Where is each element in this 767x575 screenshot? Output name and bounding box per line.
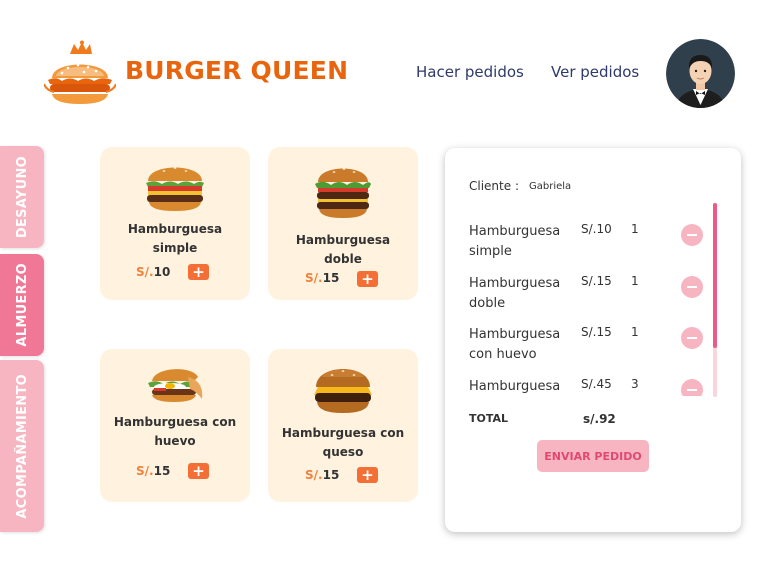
client-name: Gabriela	[529, 181, 572, 192]
product-price: S/.10	[136, 265, 171, 279]
order-item: Hamburguesa con huevo S/.15 1	[445, 317, 741, 369]
remove-item-button[interactable]	[681, 327, 703, 349]
remove-item-button[interactable]	[681, 276, 703, 298]
product-card-huevo[interactable]: Hamburguesa con huevo S/.15 +	[100, 349, 250, 502]
order-item-qty: 1	[631, 325, 639, 339]
order-item-qty: 1	[631, 274, 639, 288]
total-value: s/.92	[583, 412, 616, 426]
tab-desayuno[interactable]: DESAYUNO	[0, 146, 44, 248]
order-item-name: Hamburguesa con queso	[469, 379, 561, 394]
add-product-button[interactable]: +	[188, 264, 209, 280]
order-item: Hamburguesa doble S/.15 1	[445, 266, 741, 318]
order-item: Hamburguesa simple S/.10 1	[445, 214, 741, 266]
add-product-button[interactable]: +	[188, 463, 209, 479]
waiter-avatar-icon[interactable]	[666, 39, 735, 108]
order-item-qty: 3	[631, 377, 639, 391]
plus-icon: +	[192, 263, 205, 281]
product-card-queso[interactable]: Hamburguesa con queso S/.15 +	[268, 349, 418, 502]
remove-item-button[interactable]	[681, 224, 703, 246]
product-name: Hamburguesa con huevo	[113, 415, 237, 448]
minus-icon	[687, 389, 697, 391]
send-order-button[interactable]: ENVIAR PEDIDO	[537, 440, 649, 472]
plus-icon: +	[361, 270, 374, 288]
product-price: S/.15	[136, 464, 171, 478]
order-panel: Cliente : Gabriela Hamburguesa simple S/…	[445, 148, 741, 532]
hamburger-huevo-image	[144, 365, 206, 417]
tab-desayuno-label: DESAYUNO	[14, 155, 30, 239]
burger-crown-logo-icon	[43, 40, 117, 106]
order-item-price: S/.15	[581, 325, 612, 339]
order-item-price: S/.10	[581, 222, 612, 236]
order-item-price: S/.15	[581, 274, 612, 288]
total-label: TOTAL	[469, 412, 509, 425]
product-name: Hamburguesa simple	[127, 222, 223, 255]
client-label: Cliente :	[469, 179, 519, 193]
tab-almuerzo-label: ALMUERZO	[14, 263, 30, 347]
product-card-simple[interactable]: Hamburguesa simple S/.10 +	[100, 147, 250, 300]
plus-icon: +	[361, 466, 374, 484]
tab-acompanamiento-label: ACOMPAÑAMIENTO	[14, 373, 30, 519]
minus-icon	[687, 337, 697, 339]
order-list[interactable]: Hamburguesa simple S/.10 1 Hamburguesa d…	[445, 206, 741, 396]
product-name: Hamburguesa con queso	[281, 426, 405, 459]
tab-acompanamiento[interactable]: ACOMPAÑAMIENTO	[0, 360, 44, 532]
remove-item-button[interactable]	[681, 379, 703, 396]
order-item-name: Hamburguesa doble	[469, 276, 561, 311]
order-item-name: Hamburguesa simple	[469, 224, 561, 259]
order-item-name: Hamburguesa con huevo	[469, 327, 561, 362]
brand-title: BURGER QUEEN	[125, 56, 349, 85]
plus-icon: +	[192, 462, 205, 480]
add-product-button[interactable]: +	[357, 467, 378, 483]
order-item: Hamburguesa con queso S/.45 3	[445, 369, 741, 396]
product-price: S/.15	[305, 468, 340, 482]
product-name: Hamburguesa doble	[295, 233, 391, 266]
add-product-button[interactable]: +	[357, 271, 378, 287]
minus-icon	[687, 234, 697, 236]
order-scrollbar-thumb[interactable]	[713, 203, 717, 348]
product-price: S/.15	[305, 271, 340, 285]
nav-hacer-pedidos[interactable]: Hacer pedidos	[416, 63, 524, 81]
nav-ver-pedidos[interactable]: Ver pedidos	[551, 63, 639, 81]
order-scrollbar[interactable]	[713, 203, 717, 397]
product-card-doble[interactable]: Hamburguesa doble S/.15 +	[268, 147, 418, 300]
tab-almuerzo[interactable]: ALMUERZO	[0, 254, 44, 356]
order-item-price: S/.45	[581, 377, 612, 391]
hamburger-doble-image	[312, 164, 374, 218]
hamburger-queso-image	[312, 363, 374, 415]
order-item-qty: 1	[631, 222, 639, 236]
minus-icon	[687, 286, 697, 288]
hamburger-simple-image	[144, 161, 206, 213]
